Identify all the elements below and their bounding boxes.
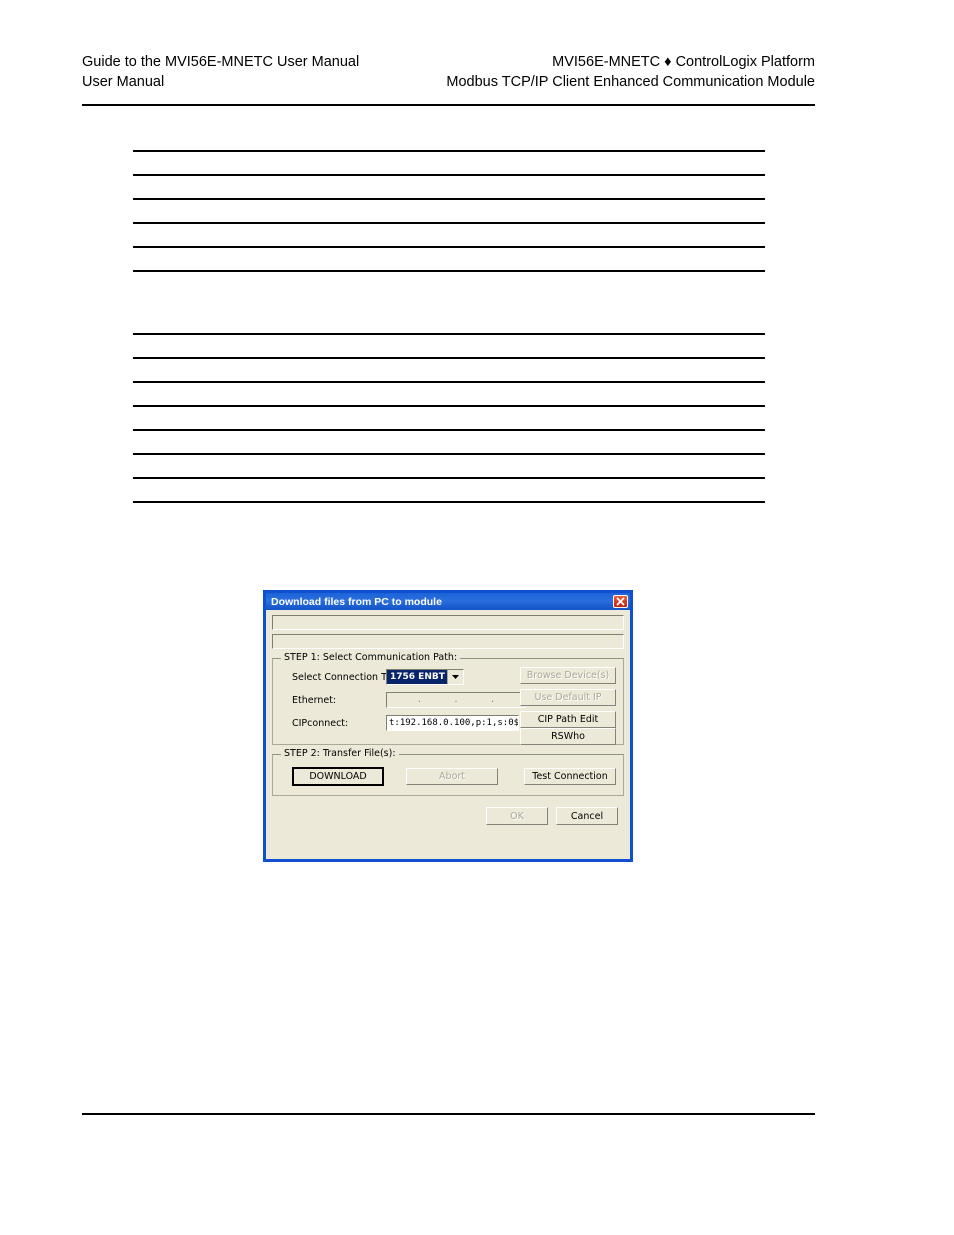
cancel-button[interactable]: Cancel <box>556 807 618 825</box>
rule-line <box>133 357 765 359</box>
rule-line <box>133 246 765 248</box>
ruled-row <box>133 333 765 357</box>
ruled-row <box>133 381 765 405</box>
download-button[interactable]: DOWNLOAD <box>292 767 385 786</box>
ethernet-ip-input: . . . <box>386 692 526 708</box>
ruled-row <box>133 198 765 222</box>
header-product-title: MVI56E-MNETC ♦ ControlLogix Platform <box>552 54 815 70</box>
ok-button[interactable]: OK <box>486 807 548 825</box>
header-manual-subtitle: User Manual <box>82 74 165 90</box>
use-default-ip-button[interactable]: Use Default IP <box>520 689 616 706</box>
cip-path-edit-button[interactable]: CIP Path Edit <box>520 711 616 728</box>
ruled-row <box>133 453 765 477</box>
connection-type-select[interactable]: 1756 ENBT <box>386 669 464 685</box>
rule-line <box>133 270 765 272</box>
abort-button[interactable]: Abort <box>406 768 499 785</box>
step1-side-buttons: Browse Device(s) Use Default IP CIP Path… <box>520 667 616 745</box>
ip-dot-3: . <box>489 695 496 705</box>
rule-line <box>133 477 765 479</box>
close-icon[interactable] <box>613 595 628 608</box>
header-row-1: Guide to the MVI56E-MNETC User Manual MV… <box>82 52 815 72</box>
rule-line <box>133 198 765 200</box>
header-product-subtitle: Modbus TCP/IP Client Enhanced Communicat… <box>446 74 815 90</box>
cipconnect-label: CIPconnect: <box>292 717 349 729</box>
rswho-button[interactable]: RSWho <box>520 728 616 745</box>
header-divider <box>82 104 815 106</box>
ruled-row <box>133 270 765 294</box>
download-files-dialog: Download files from PC to module STEP 1:… <box>263 590 633 862</box>
ruled-row <box>133 405 765 429</box>
chevron-down-icon[interactable] <box>447 670 463 684</box>
dialog-body: STEP 1: Select Communication Path: Selec… <box>266 610 630 831</box>
connection-type-value: 1756 ENBT <box>387 670 447 684</box>
footer-divider <box>82 1113 815 1115</box>
rule-line <box>133 501 765 503</box>
header-row-2: User Manual Modbus TCP/IP Client Enhance… <box>82 72 815 92</box>
step1-title: STEP 1: Select Communication Path: <box>281 652 461 663</box>
rule-line <box>133 381 765 383</box>
rule-line <box>133 174 765 176</box>
rule-line <box>133 429 765 431</box>
ruled-row <box>133 477 765 501</box>
rule-line <box>133 222 765 224</box>
page-header: Guide to the MVI56E-MNETC User Manual MV… <box>82 52 815 92</box>
upper-ruled-rows <box>133 150 765 294</box>
test-connection-button[interactable]: Test Connection <box>524 768 616 785</box>
connection-type-label: Select Connection Type: <box>292 671 407 683</box>
dialog-title: Download files from PC to module <box>271 595 442 608</box>
ruled-row <box>133 222 765 246</box>
browse-devices-button[interactable]: Browse Device(s) <box>520 667 616 684</box>
rule-line <box>133 150 765 152</box>
step2-title: STEP 2: Transfer File(s): <box>281 748 399 759</box>
rule-line <box>133 453 765 455</box>
ip-dot-2: . <box>453 695 459 705</box>
ruled-row <box>133 246 765 270</box>
header-manual-title: Guide to the MVI56E-MNETC User Manual <box>82 54 360 70</box>
file-progress-bar <box>272 634 624 649</box>
rule-line <box>133 333 765 335</box>
dialog-titlebar[interactable]: Download files from PC to module <box>266 593 630 610</box>
cipconnect-input[interactable]: t:192.168.0.100,p:1,s:0$56 <box>386 715 519 731</box>
lower-ruled-rows <box>133 333 765 525</box>
overall-progress-bar <box>272 615 624 630</box>
ip-dot-1: . <box>416 695 423 705</box>
step2-group: STEP 2: Transfer File(s): DOWNLOAD Abort… <box>272 748 624 796</box>
rule-line <box>133 405 765 407</box>
ruled-row <box>133 150 765 174</box>
step2-button-row: DOWNLOAD Abort Test Connection <box>280 764 616 788</box>
ethernet-label: Ethernet: <box>292 694 337 706</box>
step1-group: STEP 1: Select Communication Path: Selec… <box>272 652 624 745</box>
dialog-footer: OK Cancel <box>272 807 624 825</box>
ruled-row <box>133 174 765 198</box>
ruled-row <box>133 429 765 453</box>
ruled-row <box>133 501 765 525</box>
ruled-row <box>133 357 765 381</box>
